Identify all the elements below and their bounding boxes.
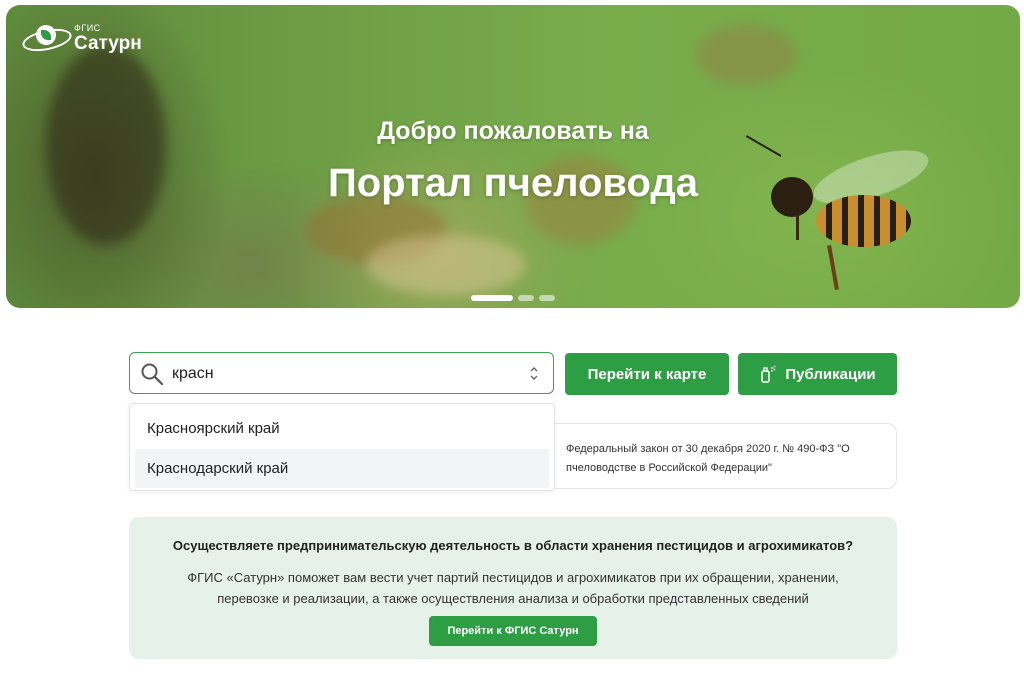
news-card[interactable]: Федеральный закон от 30 декабря 2020 г. … [540,423,897,489]
suggestion-item-highlighted[interactable]: Краснодарский край [135,449,549,488]
logo-title: Сатурн [74,32,142,54]
logo-small-text: ФГИС [74,22,101,33]
go-to-map-button[interactable]: Перейти к карте [565,353,729,395]
publications-button[interactable]: Публикации [738,353,897,395]
region-suggestions-dropdown: Красноярский край Краснодарский край [129,403,555,491]
logo[interactable]: ФГИС Сатурн [20,18,142,58]
info-question: Осуществляете предпринимательскую деятел… [172,538,854,553]
hero-honeycomb [366,235,526,295]
saturn-info-panel: Осуществляете предпринимательскую деятел… [129,517,897,659]
publications-label: Публикации [785,365,876,383]
hero-bee-blur [696,25,796,85]
carousel-dot[interactable] [539,295,555,301]
hero-subtitle: Добро пожаловать на [377,117,649,145]
search-input[interactable] [170,359,514,389]
carousel-indicators [471,295,555,301]
carousel-dot-active[interactable] [471,295,513,301]
spray-icon [761,365,776,383]
hero-title: Портал пчеловода [328,161,698,205]
search-icon [141,363,164,386]
carousel-dot[interactable] [518,295,534,301]
sort-arrows-icon[interactable] [529,366,539,381]
info-description: ФГИС «Сатурн» поможет вам вести учет пар… [187,570,839,606]
go-to-saturn-button[interactable]: Перейти к ФГИС Сатурн [429,616,597,646]
region-search-box[interactable] [129,352,554,394]
suggestion-item[interactable]: Красноярский край [135,409,549,448]
logo-icon [20,21,74,55]
news-text[interactable]: Федеральный закон от 30 декабря 2020 г. … [566,440,886,478]
hero-banner: ФГИС Сатурн Добро пожаловать на Портал п… [6,5,1020,308]
